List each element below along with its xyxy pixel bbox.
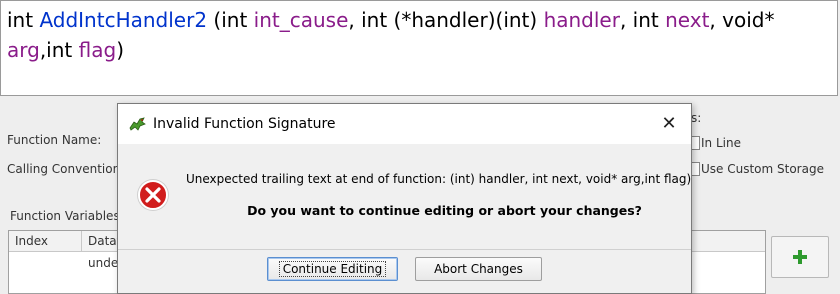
- calling-convention-label: Calling Convention: [7, 162, 121, 176]
- function-name-token: AddIntcHandler2: [39, 8, 208, 32]
- signature-text-1: (int: [207, 8, 254, 32]
- param-int-cause: int_cause: [253, 8, 349, 32]
- signature-text-6: ): [116, 38, 124, 62]
- signature-text-5: ,int: [39, 38, 79, 62]
- table-cell-datatype[interactable]: unde: [88, 256, 118, 270]
- custom-storage-label: Use Custom Storage: [701, 162, 824, 176]
- param-arg: arg: [7, 38, 40, 62]
- signature-editor[interactable]: int AddIntcHandler2 (int int_cause, int …: [0, 0, 838, 96]
- signature-text-4: , void*: [709, 8, 775, 32]
- abort-changes-button[interactable]: Abort Changes: [415, 257, 542, 281]
- return-type: int: [7, 8, 34, 32]
- param-next: next: [665, 8, 710, 32]
- inline-label: In Line: [701, 136, 741, 150]
- column-header-index[interactable]: Index: [15, 234, 48, 248]
- dialog-question: Do you want to continue editing or abort…: [247, 203, 642, 218]
- function-name-label: Function Name:: [7, 133, 102, 147]
- dialog-titlebar[interactable]: Invalid Function Signature ✕: [118, 104, 691, 144]
- continue-editing-label: Continue Editing: [278, 261, 387, 277]
- param-handler: handler: [543, 8, 620, 32]
- plus-icon: [793, 250, 807, 264]
- signature-text-3: , int: [619, 8, 666, 32]
- options-label-partial: s:: [691, 111, 702, 125]
- add-variable-button[interactable]: [771, 236, 829, 278]
- dialog-message: Unexpected trailing text at end of funct…: [186, 172, 692, 186]
- invalid-signature-dialog: Invalid Function Signature ✕ Unexpected …: [117, 103, 692, 294]
- column-separator: [81, 231, 82, 251]
- param-flag: flag: [78, 38, 117, 62]
- ghidra-dragon-icon: [129, 117, 146, 131]
- function-variables-label: Function Variables: [10, 209, 120, 223]
- dialog-title: Invalid Function Signature: [153, 116, 336, 132]
- dialog-divider: [118, 249, 691, 250]
- signature-text-2: , int (*handler)(int): [348, 8, 544, 32]
- continue-editing-button[interactable]: Continue Editing: [267, 257, 398, 281]
- close-icon[interactable]: ✕: [657, 112, 681, 136]
